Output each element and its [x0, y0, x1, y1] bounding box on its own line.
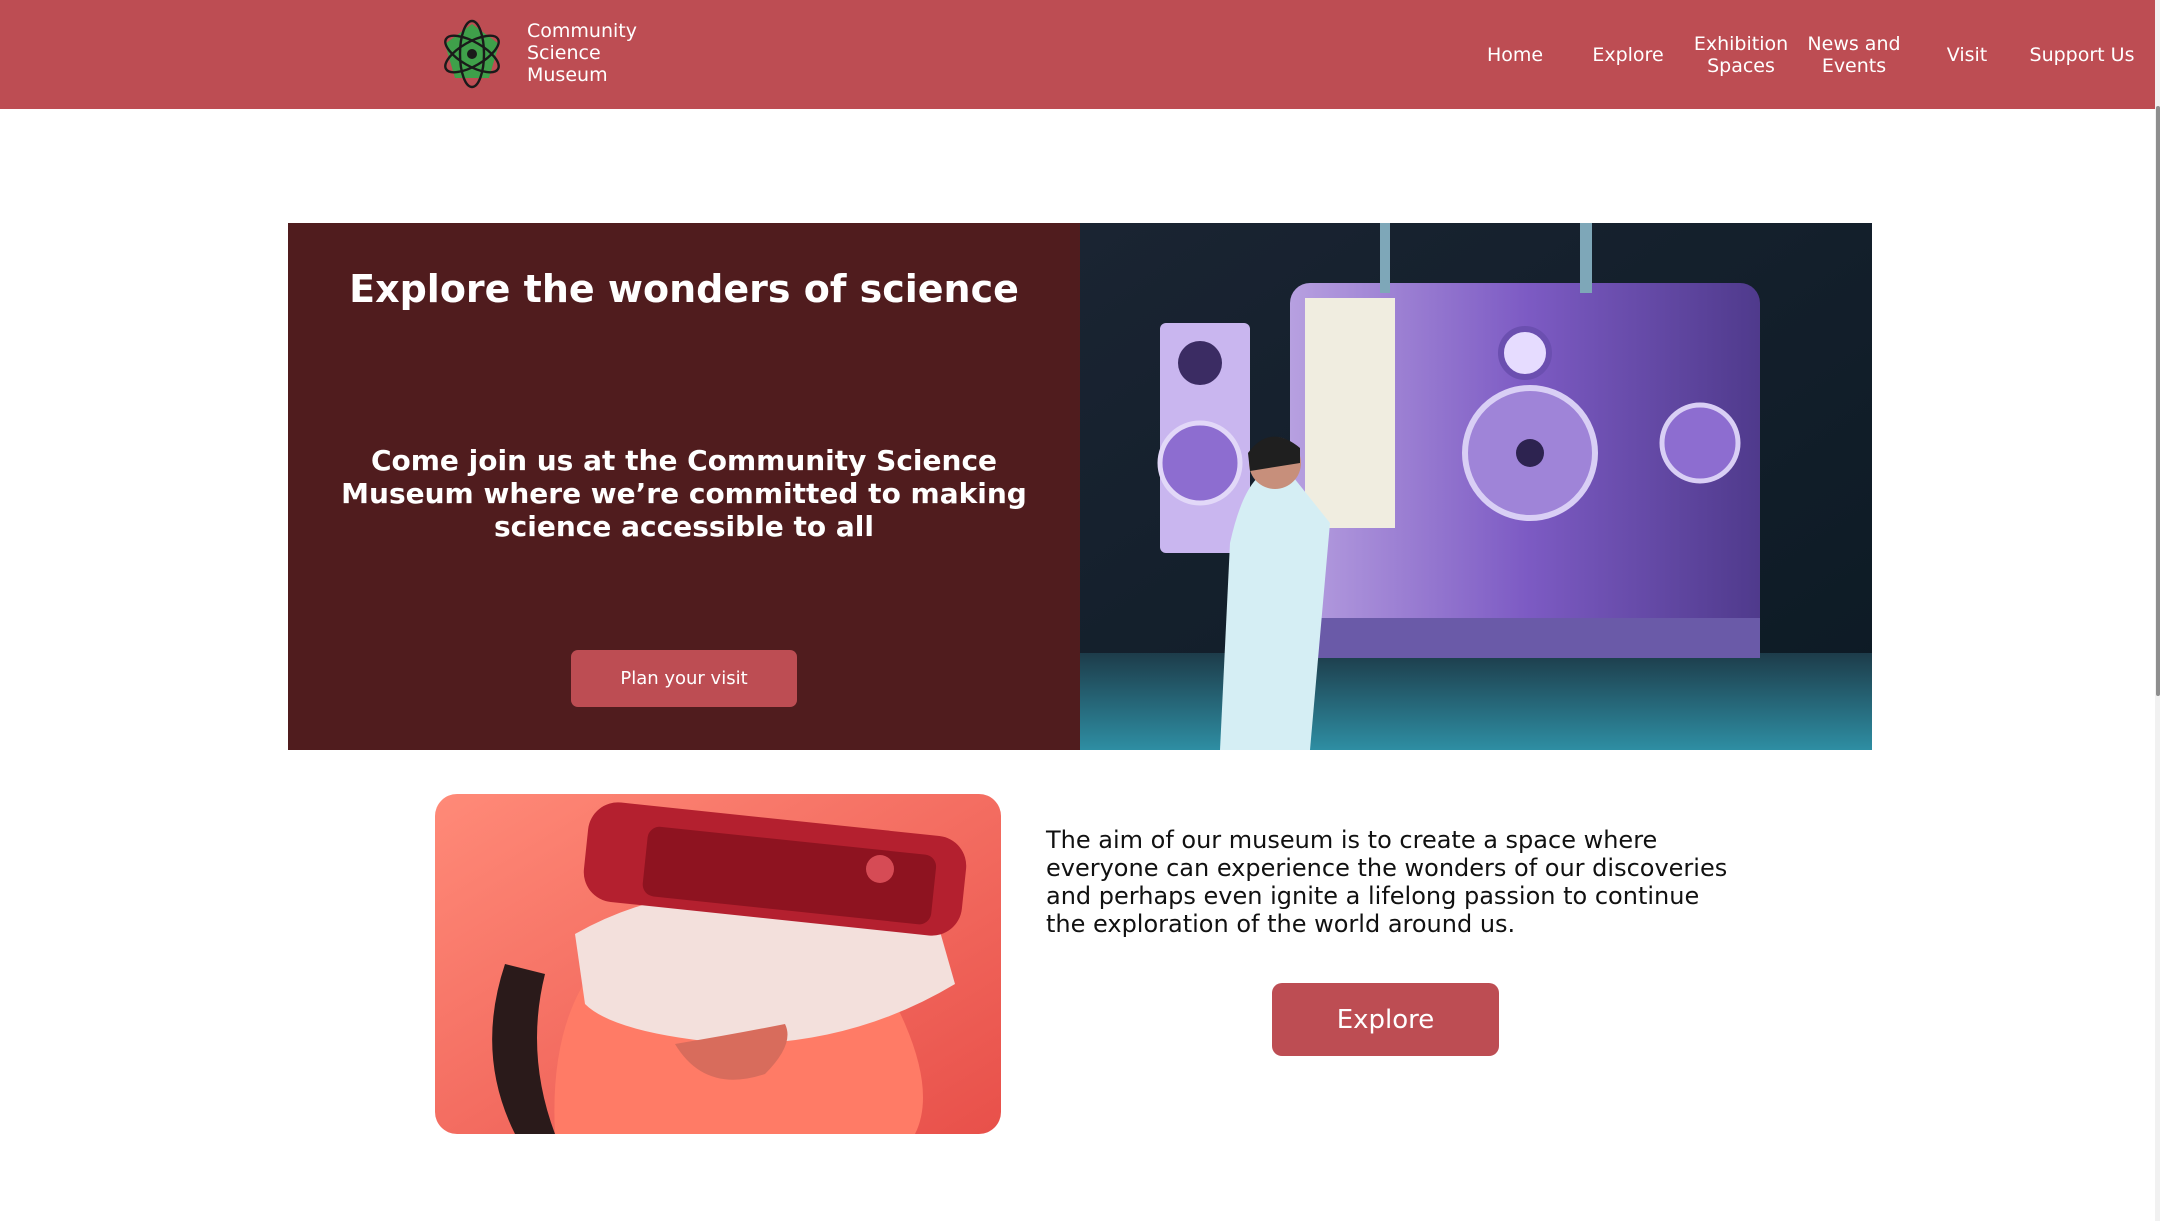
nav-support-label: Support Us: [2029, 43, 2135, 66]
nav-visit-label: Visit: [1946, 43, 1988, 66]
explore-button[interactable]: Explore: [1272, 983, 1499, 1056]
hero-title: Explore the wonders of science: [349, 267, 1019, 311]
brand-line-3: Museum: [527, 64, 608, 86]
museum-aim-text: The aim of our museum is to create a spa…: [1046, 826, 1728, 938]
nav-home-label: Home: [1486, 43, 1544, 66]
nav-explore[interactable]: Explore: [1574, 0, 1682, 109]
nav-explore-label: Explore: [1592, 43, 1664, 66]
nav-support-us[interactable]: Support Us: [2027, 0, 2137, 109]
nav-visit[interactable]: Visit: [1913, 0, 2021, 109]
vr-headset-image: [435, 794, 1001, 1134]
scientist-lab-image: [1080, 223, 1872, 750]
nav-exhibition-label-2: Spaces: [1707, 54, 1775, 77]
atom-logo-icon[interactable]: [439, 16, 505, 90]
nav-news-label-2: Events: [1821, 54, 1887, 77]
hero-subtitle: Come join us at the Community Science Mu…: [341, 444, 1027, 543]
plan-visit-button[interactable]: Plan your visit: [571, 650, 797, 707]
site-header: Community Science Museum Home Explore Ex…: [0, 0, 2160, 109]
nav-home[interactable]: Home: [1461, 0, 1569, 109]
scrollbar-thumb[interactable]: [2156, 106, 2160, 696]
nav-exhibition-label-1: Exhibition: [1693, 32, 1789, 55]
nav-exhibition-spaces[interactable]: Exhibition Spaces: [1687, 0, 1795, 109]
brand-name[interactable]: Community Science Museum: [527, 20, 667, 86]
scrollbar[interactable]: [2155, 0, 2160, 1221]
brand-line-1: Community: [527, 20, 637, 42]
nav-news-events[interactable]: News and Events: [1800, 0, 1908, 109]
brand-line-2: Science: [527, 42, 601, 64]
nav-news-label-1: News and: [1807, 32, 1901, 55]
